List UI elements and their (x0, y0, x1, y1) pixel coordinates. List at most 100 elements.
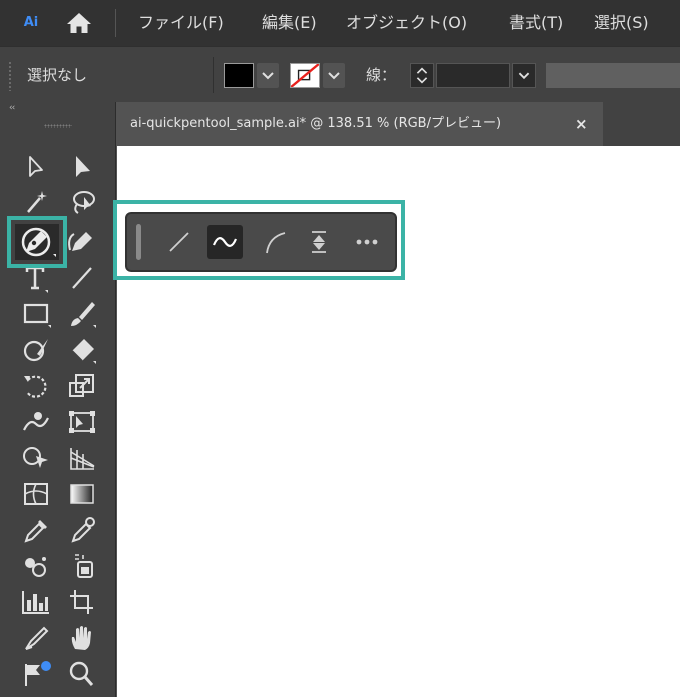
rotate-icon (24, 375, 47, 398)
pen-tool-widget (125, 212, 397, 272)
shape-builder-icon (23, 447, 48, 468)
eraser-icon (71, 339, 96, 364)
mesh-tool[interactable] (18, 478, 54, 510)
shaper-icon (23, 339, 48, 362)
perspective-grid-tool[interactable] (64, 442, 100, 474)
curve-segment-button[interactable] (207, 225, 243, 259)
perspective-grid-icon (70, 448, 95, 470)
chevron-down-icon (518, 72, 530, 80)
scale-tool[interactable] (64, 370, 100, 402)
anchor-convert-button[interactable] (301, 225, 337, 259)
stroke-weight-stepper[interactable] (410, 63, 434, 88)
document-tab-bar: ai-quickpentool_sample.ai* @ 138.51 % (R… (117, 102, 680, 146)
menu-separator (115, 9, 116, 37)
eraser-tool[interactable] (64, 334, 100, 366)
warp-icon (23, 412, 49, 431)
gradient-icon (70, 484, 94, 504)
menu-type[interactable]: 書式(T) (509, 0, 563, 46)
magnifier-icon (69, 661, 94, 686)
free-transform-icon (69, 411, 95, 433)
scale-icon (69, 374, 94, 397)
stroke-color-dropdown[interactable] (323, 63, 345, 88)
document-tab[interactable]: ai-quickpentool_sample.ai* @ 138.51 % (R… (117, 102, 603, 146)
curvature-tool[interactable] (64, 224, 100, 256)
line-segment-icon (72, 267, 92, 289)
rectangle-tool[interactable] (18, 298, 54, 330)
free-transform-tool[interactable] (64, 406, 100, 438)
selection-status: 選択なし (27, 66, 88, 84)
eyedropper-tool[interactable] (18, 514, 54, 546)
widget-drag-handle[interactable] (136, 224, 141, 260)
chevron-down-icon (328, 72, 340, 80)
paintbrush-icon (71, 302, 96, 328)
live-paint-tool[interactable] (64, 550, 100, 582)
straight-segment-button[interactable] (161, 225, 197, 259)
selection-tool[interactable] (18, 150, 54, 182)
chevron-down-icon (262, 72, 274, 80)
home-icon[interactable] (66, 11, 92, 35)
close-tab-button[interactable]: × (575, 102, 588, 146)
symbol-sprayer-icon (25, 557, 46, 577)
document-tab-title: ai-quickpentool_sample.ai* @ 138.51 % (R… (130, 116, 502, 131)
stroke-weight-input[interactable] (436, 63, 510, 88)
artboard-icon (70, 590, 93, 614)
stroke-weight-dropdown[interactable] (512, 63, 536, 88)
control-bar-grip[interactable] (8, 61, 12, 91)
slice-tool[interactable] (18, 622, 54, 654)
stroke-color-swatch[interactable] (290, 63, 320, 88)
fill-color-dropdown[interactable] (257, 63, 279, 88)
more-dots-icon (356, 239, 378, 245)
gradient-tool[interactable] (64, 478, 100, 510)
control-bar-separator (213, 57, 214, 93)
collapse-panel-button[interactable]: ‹‹ (9, 103, 15, 113)
selection-arrow-icon (29, 156, 43, 177)
smooth-corner-button[interactable] (257, 225, 293, 259)
symbol-sprayer-tool[interactable] (18, 550, 54, 582)
stroke-label: 線： (366, 66, 397, 84)
menu-object[interactable]: オブジェクト(O) (346, 0, 467, 46)
app-logo[interactable]: Ai (16, 9, 46, 37)
flag-icon (25, 661, 51, 686)
column-graph-tool[interactable] (18, 586, 54, 618)
blend-tool[interactable] (64, 514, 100, 546)
magic-wand-tool[interactable] (18, 186, 54, 218)
fill-color-swatch[interactable] (224, 63, 254, 88)
magic-wand-icon (27, 191, 47, 213)
anchor-convert-icon (312, 231, 326, 253)
more-options-button[interactable] (349, 225, 385, 259)
control-bar: 選択なし 線： (0, 46, 680, 102)
menu-file[interactable]: ファイル(F) (138, 0, 224, 46)
warp-tool[interactable] (18, 406, 54, 438)
zoom-tool[interactable] (64, 658, 100, 690)
menu-select[interactable]: 選択(S) (594, 0, 649, 46)
rectangle-icon (23, 303, 51, 328)
wave-curve-icon (212, 237, 238, 247)
shape-builder-tool[interactable] (18, 442, 54, 474)
column-graph-icon (22, 591, 49, 614)
no-stroke-icon (291, 64, 319, 87)
stepper-arrows-icon (416, 67, 428, 84)
paintbrush-tool[interactable] (64, 298, 100, 330)
rotate-tool[interactable] (18, 370, 54, 402)
live-paint-bucket-icon (75, 554, 93, 578)
pen-tool-highlight (7, 216, 67, 268)
lasso-tool[interactable] (64, 186, 100, 218)
blend-icon (71, 517, 95, 543)
hand-tool[interactable] (64, 622, 100, 654)
slice-knife-icon (25, 626, 49, 650)
panel-grip[interactable] (44, 124, 72, 128)
artboard-tool[interactable] (64, 586, 100, 618)
hand-icon (71, 626, 91, 650)
direct-selection-tool[interactable] (64, 150, 100, 182)
shaper-tool[interactable] (18, 334, 54, 366)
eyedropper-icon (24, 520, 47, 543)
variable-width-profile-field[interactable] (546, 63, 680, 88)
line-segment-tool[interactable] (64, 262, 100, 294)
lasso-icon (73, 191, 95, 214)
menu-bar: Ai ファイル(F) 編集(E) オブジェクト(O) 書式(T) 選択(S) (0, 0, 680, 46)
menu-edit[interactable]: 編集(E) (262, 0, 317, 46)
arc-curve-icon (266, 232, 286, 254)
straight-line-icon (169, 232, 189, 252)
direct-selection-arrow-icon (76, 156, 90, 177)
flag-tool[interactable] (18, 658, 54, 690)
